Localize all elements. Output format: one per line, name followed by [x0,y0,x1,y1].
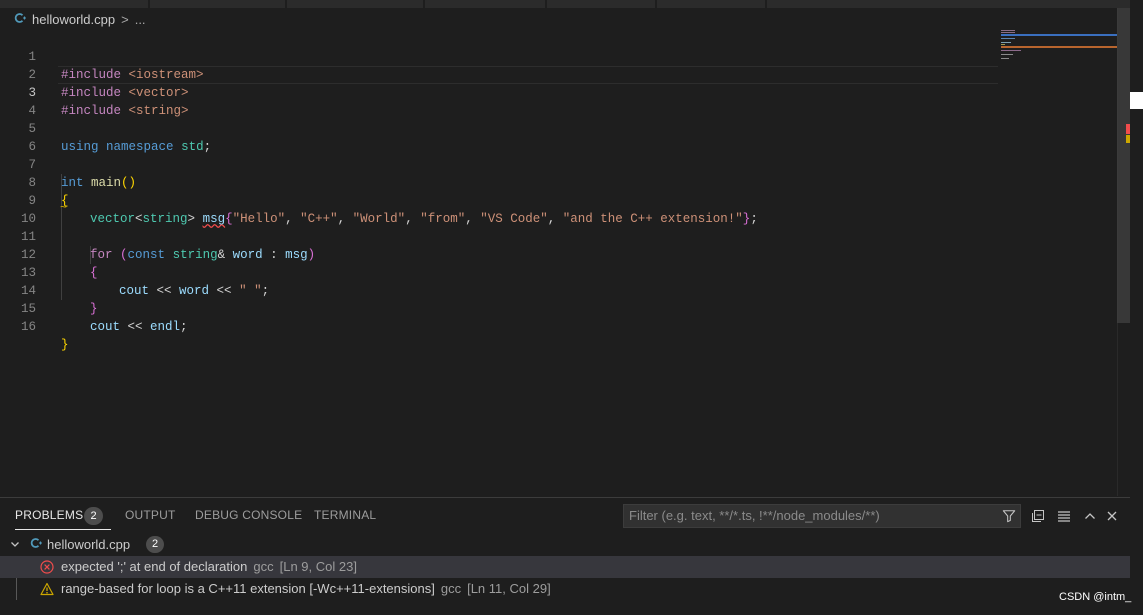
problem-row-error[interactable]: expected ';' at end of declaration gcc [Ln… [0,556,1130,578]
tab-output[interactable]: OUTPUT [125,508,176,522]
code-line: 9 vector<string> msg{"Hello", "C++", "Wo… [0,174,1000,226]
collapse-all-icon[interactable] [1031,509,1045,523]
cpp-file-icon [30,537,42,552]
minimap-line [1001,58,1009,59]
minimap-line [1001,42,1011,43]
close-panel-icon[interactable] [1105,509,1119,523]
problems-panel: PROBLEMS 2 OUTPUT DEBUG CONSOLE TERMINAL… [0,497,1130,615]
cpp-file-icon [14,12,26,27]
breadcrumb-separator: > [121,11,129,27]
warning-icon [40,582,54,596]
maximize-panel-icon[interactable] [1083,509,1097,523]
problem-position: [Ln 9, Col 23] [279,559,357,574]
problems-file-name: helloworld.cpp [47,537,131,552]
code-line: 8 { [0,156,1000,208]
code-line: 14 } [0,264,1000,316]
line-number: 16 [20,320,36,334]
code-line: 11 for (const string& word : msg) [0,210,1000,262]
editor-scrollbar-thumb[interactable] [1117,8,1130,323]
minimap-line [1001,50,1021,51]
error-icon [40,560,54,574]
minimap-line [1001,54,1013,55]
code-line: 10 [0,192,1000,226]
file-problems-count-badge: 2 [146,536,164,553]
background-window-fragment [1130,92,1143,109]
code-line: 5 using namespace std; [0,102,1000,154]
problem-message: expected ';' at end of declaration [61,559,248,574]
editor-tab-strip [0,0,1130,8]
code-line: 6 [0,120,1000,154]
code-editor[interactable]: 1 #include <iostream> 2 #include <vector… [0,29,1117,495]
problem-message: range-based for loop is a C++11 extensio… [61,581,435,596]
minimap-line [1001,44,1005,45]
minimap-line [1001,30,1015,31]
code-line: 2 #include <vector> [0,48,1000,100]
problems-filter-field[interactable] [623,504,1021,528]
filter-funnel-icon[interactable] [1002,509,1016,523]
code-line: 15 cout << endl; [0,282,1000,334]
tab-segment[interactable] [287,0,423,8]
watermark-text: CSDN @intm_ [1059,591,1132,603]
problem-position: [Ln 11, Col 29] [467,581,551,596]
code-line: 12 { [0,228,1000,280]
problems-count-badge: 2 [84,507,103,525]
problem-source: gcc [440,581,462,596]
tab-segment[interactable] [767,0,1130,8]
tab-segment[interactable] [657,0,765,8]
breadcrumb: helloworld.cpp > ... [14,10,146,28]
tab-segment[interactable] [0,0,148,8]
minimap-line [1001,46,1117,48]
view-as-list-icon[interactable] [1057,509,1071,523]
code-line: 1 #include <iostream> [0,30,1000,82]
minimap[interactable] [1000,29,1117,69]
minimap-line [1001,38,1015,39]
breadcrumb-file[interactable]: helloworld.cpp [32,12,115,27]
tab-terminal[interactable]: TERMINAL [314,508,376,522]
minimap-line [1001,34,1117,36]
tab-segment[interactable] [547,0,655,8]
code-line: 4 [0,84,1000,118]
tab-debug-console[interactable]: DEBUG CONSOLE [195,508,302,522]
code-line: 7 int main() [0,138,1000,190]
chevron-down-icon[interactable] [9,538,21,553]
problem-source: gcc [253,559,274,574]
breadcrumb-more[interactable]: ... [135,12,146,27]
problems-file-group[interactable]: helloworld.cpp 2 [0,534,1130,556]
code-line: 16 } [0,300,1000,352]
problem-row-warning[interactable]: range-based for loop is a C++11 extensio… [0,578,1130,600]
code-line: 13 cout << word << " "; [0,246,1000,298]
tab-segment[interactable] [150,0,285,8]
minimap-line [1001,32,1015,33]
code-line: 3 #include <string> [0,66,1000,118]
tab-segment[interactable] [425,0,545,8]
tab-problems[interactable]: PROBLEMS [15,508,112,530]
background-strip [1130,0,1143,614]
filter-input[interactable] [629,508,989,523]
